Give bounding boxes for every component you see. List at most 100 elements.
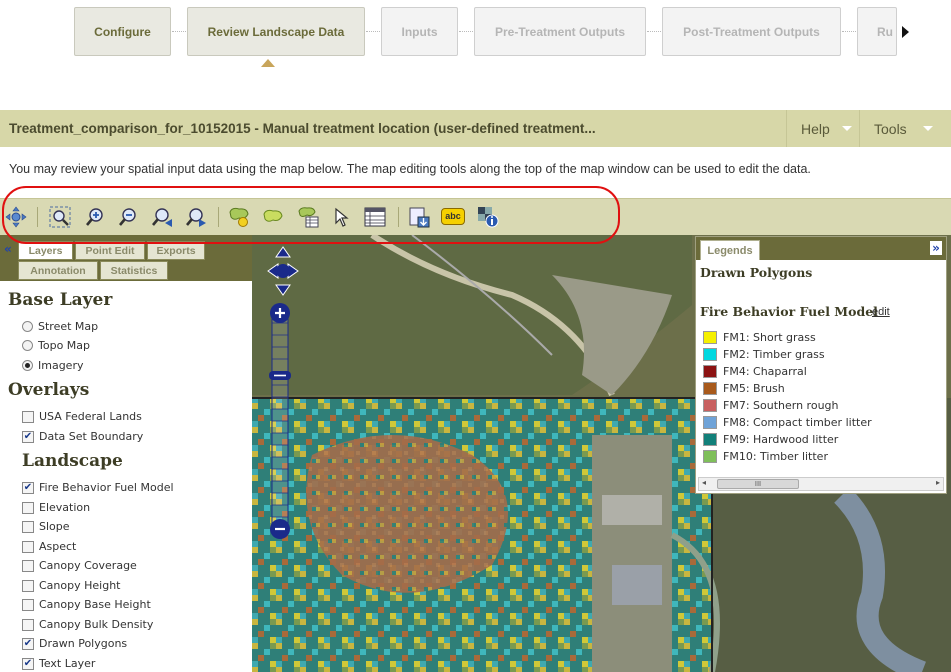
table-icon[interactable]: [364, 206, 386, 228]
overlay-usa-federal-lands[interactable]: USA Federal Lands: [22, 410, 142, 423]
page-title: Treatment_comparison_for_10152015 - Manu…: [9, 121, 596, 136]
option-label: Canopy Base Height: [39, 598, 151, 611]
pan-icon[interactable]: [5, 206, 27, 228]
legend-item: FM7: Southern rough: [703, 398, 839, 413]
identify-info-icon[interactable]: [477, 206, 499, 228]
landscape-fire-behavior-fuel-model[interactable]: ✔ Fire Behavior Fuel Model: [22, 481, 174, 494]
layers-panel: « Layers Point Edit Exports Annotation S…: [0, 235, 252, 672]
color-swatch: [703, 399, 717, 412]
step-connector: [647, 31, 661, 32]
zoom-slider[interactable]: [268, 301, 292, 541]
option-label: Slope: [39, 520, 70, 533]
step-post-treatment-outputs[interactable]: Post-Treatment Outputs: [662, 7, 841, 56]
legend-horizontal-scrollbar[interactable]: ◂ III ▸: [698, 477, 944, 491]
plus-icon[interactable]: [268, 301, 292, 325]
checkbox[interactable]: [22, 559, 34, 572]
zoom-next-icon[interactable]: [185, 206, 207, 228]
checkbox[interactable]: ✔: [22, 637, 34, 650]
option-label: Canopy Coverage: [39, 559, 137, 572]
legend-panel: Legends » Drawn Polygons Fire Behavior F…: [695, 236, 947, 494]
legend-item: FM10: Timber litter: [703, 449, 828, 464]
radio-button[interactable]: [22, 360, 33, 371]
legend-header: Legends »: [696, 237, 946, 260]
checkbox[interactable]: [22, 410, 34, 423]
landscape-drawn-polygons[interactable]: ✔ Drawn Polygons: [22, 637, 127, 650]
triangle-right-icon[interactable]: [902, 26, 909, 38]
toolbar-divider: [398, 207, 399, 227]
checkbox[interactable]: ✔: [22, 481, 34, 494]
legend-item: FM9: Hardwood litter: [703, 432, 838, 447]
edit-polygon-icon[interactable]: [262, 206, 284, 228]
double-chevron-right-icon[interactable]: »: [930, 241, 942, 255]
checkbox[interactable]: ✔: [22, 657, 34, 670]
tab-point-edit[interactable]: Point Edit: [75, 241, 145, 260]
step-configure[interactable]: Configure: [74, 7, 171, 56]
tab-statistics[interactable]: Statistics: [100, 261, 168, 280]
landscape-aspect[interactable]: Aspect: [22, 540, 76, 553]
step-inputs[interactable]: Inputs: [381, 7, 458, 56]
add-polygon-icon[interactable]: [228, 206, 250, 228]
scroll-left-icon[interactable]: ◂: [702, 478, 706, 487]
minus-icon[interactable]: [268, 517, 292, 541]
zoom-extent-icon[interactable]: [49, 206, 71, 228]
legend-label: FM9: Hardwood litter: [723, 433, 839, 446]
checkbox[interactable]: [22, 579, 34, 592]
landscape-slope[interactable]: Slope: [22, 520, 70, 533]
landscape-canopy-height[interactable]: Canopy Height: [22, 579, 120, 592]
landscape-text-layer[interactable]: ✔ Text Layer: [22, 657, 95, 670]
checkbox[interactable]: [22, 520, 34, 533]
landscape-elevation[interactable]: Elevation: [22, 501, 90, 514]
landscape-canopy-base-height[interactable]: Canopy Base Height: [22, 598, 151, 611]
tab-layers[interactable]: Layers: [18, 241, 73, 260]
tab-exports[interactable]: Exports: [147, 241, 205, 260]
landscape-canopy-bulk-density[interactable]: Canopy Bulk Density: [22, 618, 153, 631]
checkbox[interactable]: [22, 501, 34, 514]
legend-label: FM8: Compact timber litter: [723, 416, 872, 429]
double-chevron-left-icon[interactable]: «: [4, 242, 12, 256]
radio-button[interactable]: [22, 340, 33, 351]
base-layer-topo-map[interactable]: Topo Map: [22, 339, 90, 352]
zoom-out-icon[interactable]: [117, 206, 139, 228]
help-menu-button[interactable]: Help: [786, 110, 859, 147]
step-connector: [172, 31, 186, 32]
zoom-previous-icon[interactable]: [151, 206, 173, 228]
polygon-attributes-icon[interactable]: [297, 206, 319, 228]
label-abc-icon[interactable]: abc: [441, 208, 465, 225]
tab-label: Point Edit: [85, 244, 135, 257]
step-label: Pre-Treatment Outputs: [494, 24, 626, 39]
zoom-in-icon[interactable]: [84, 206, 106, 228]
legend-label: FM1: Short grass: [723, 331, 816, 344]
option-label: Fire Behavior Fuel Model: [39, 481, 174, 494]
scrollbar-thumb[interactable]: III: [717, 479, 799, 489]
tab-legends[interactable]: Legends: [700, 240, 760, 260]
base-layer-street-map[interactable]: Street Map: [22, 320, 98, 333]
scroll-right-icon[interactable]: ▸: [936, 478, 940, 487]
base-layer-imagery[interactable]: Imagery: [22, 359, 83, 372]
option-label: Aspect: [39, 540, 77, 553]
tools-menu-button[interactable]: Tools: [859, 110, 951, 147]
export-map-icon[interactable]: [408, 206, 430, 228]
help-label: Help: [801, 120, 830, 137]
pan-arrows-icon[interactable]: [266, 245, 300, 297]
landscape-canopy-coverage[interactable]: Canopy Coverage: [22, 559, 137, 572]
page-header: Treatment_comparison_for_10152015 - Manu…: [0, 110, 951, 147]
step-label: Post-Treatment Outputs: [683, 24, 820, 39]
checkbox[interactable]: ✔: [22, 430, 34, 443]
tab-annotation[interactable]: Annotation: [18, 261, 98, 280]
checkbox[interactable]: [22, 618, 34, 631]
step-review-landscape-data[interactable]: Review Landscape Data: [187, 7, 365, 56]
step-pre-treatment-outputs[interactable]: Pre-Treatment Outputs: [474, 7, 646, 56]
legend-item: FM1: Short grass: [703, 330, 816, 345]
step-run[interactable]: Ru: [857, 7, 897, 56]
legend-label: FM10: Timber litter: [723, 450, 828, 463]
radio-button[interactable]: [22, 321, 33, 332]
checkbox[interactable]: [22, 598, 34, 611]
overlay-data-set-boundary[interactable]: ✔ Data Set Boundary: [22, 430, 143, 443]
checkbox[interactable]: [22, 540, 34, 553]
option-label: Topo Map: [38, 339, 91, 352]
edit-link[interactable]: edit: [872, 306, 890, 318]
toolbar-divider: [37, 207, 38, 227]
step-label: Configure: [94, 24, 151, 39]
select-arrow-icon[interactable]: [331, 206, 353, 228]
legend-item: FM5: Brush: [703, 381, 785, 396]
